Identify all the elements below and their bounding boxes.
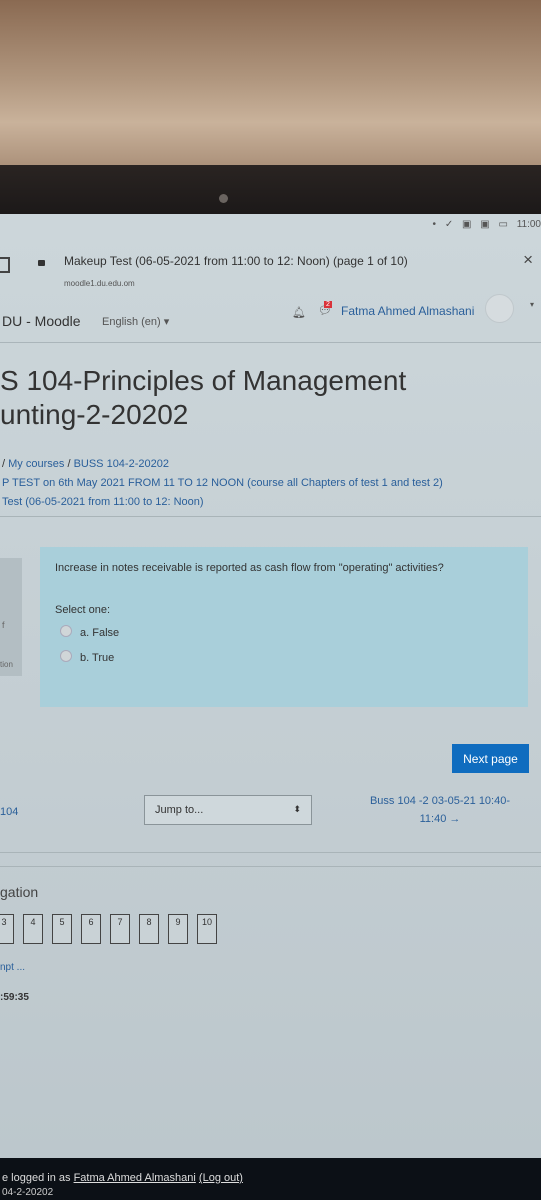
divider (0, 516, 541, 517)
previous-activity-link[interactable]: 104 (0, 806, 18, 818)
footer-user-link[interactable]: Fatma Ahmed Almashani (74, 1172, 196, 1184)
question-info-text: f (2, 620, 5, 630)
breadcrumb-course[interactable]: BUSS 104-2-20202 (74, 458, 169, 470)
question-nav-button[interactable]: 5 (52, 914, 72, 944)
image-icon: ▣ (480, 219, 490, 230)
user-menu[interactable]: Fatma Ahmed Almashani (341, 304, 474, 318)
webcam (219, 194, 228, 203)
radio-button[interactable] (60, 625, 72, 637)
status-bar: • ✓ ▣ ▣ ▭ 11:00 (427, 219, 541, 230)
question-nav-button[interactable]: 8 (139, 914, 159, 944)
option-false[interactable]: a. False (60, 625, 119, 639)
site-brand[interactable]: DU - Moodle (2, 313, 81, 329)
divider (0, 852, 541, 853)
next-activity-link[interactable]: Buss 104 -2 03-05-21 10:40- 11:40 → (350, 792, 530, 828)
question-nav-button[interactable]: 6 (81, 914, 101, 944)
url[interactable]: moodle1.du.edu.om (64, 279, 135, 288)
question-nav-button[interactable]: 10 (197, 914, 217, 944)
dot-icon: • (432, 219, 437, 230)
footer-course[interactable]: 04-2-20202 (2, 1187, 53, 1198)
bell-icon[interactable]: 🔔︎ (292, 306, 306, 319)
chevron-down-icon[interactable]: ▾ (530, 300, 534, 309)
language-label: English (en) (102, 316, 161, 328)
login-prefix: e logged in as (2, 1172, 71, 1184)
image-icon: ▣ (462, 219, 472, 230)
time-left: :59:35 (0, 992, 29, 1003)
quiz-navigation-heading: gation (0, 884, 39, 900)
course-heading: S 104-Principles of Management unting-2-… (0, 364, 406, 432)
bookmark-icon[interactable] (0, 257, 10, 273)
background-photo (0, 0, 541, 175)
link-line: Buss 104 -2 03-05-21 10:40- (369, 795, 511, 807)
heading-line: S 104-Principles of Management (0, 365, 407, 396)
question-nav-button[interactable]: 3 (0, 914, 14, 944)
chevron-down-icon: ▾ (163, 316, 170, 328)
clock: 11:00 (516, 219, 541, 230)
question-nav-button[interactable]: 4 (23, 914, 43, 944)
heading-line: unting-2-20202 (0, 399, 189, 430)
question-nav-button[interactable]: 9 (168, 914, 188, 944)
breadcrumb-sep: / (67, 458, 71, 470)
option-label: a. False (80, 627, 120, 639)
breadcrumb-quiz[interactable]: Test (06-05-2021 from 11:00 to 12: Noon) (2, 496, 204, 508)
breadcrumb-section[interactable]: P TEST on 6th May 2021 FROM 11 TO 12 NOO… (2, 477, 443, 489)
breadcrumb-sep: / (2, 458, 6, 470)
question-nav-button[interactable]: 7 (110, 914, 130, 944)
option-true[interactable]: b. True (60, 650, 114, 664)
radio-button[interactable] (60, 650, 72, 662)
check-icon: ✓ (444, 219, 454, 230)
page-title-bar: Makeup Test (06-05-2021 from 11:00 to 12… (64, 254, 408, 268)
avatar[interactable] (485, 294, 514, 323)
keyboard-icon: ▭ (498, 219, 508, 230)
jump-to-label: Jump to... (155, 804, 204, 816)
next-page-button[interactable]: Next page (452, 744, 529, 773)
close-icon[interactable]: × (523, 250, 533, 270)
link-line: 11:40 → (419, 813, 461, 825)
question-text: Increase in notes receivable is reported… (55, 562, 444, 574)
finish-attempt-link[interactable]: npt ... (0, 962, 25, 973)
select-arrows-icon: ⬍ (293, 804, 301, 814)
lock-icon (38, 260, 45, 266)
select-one-label: Select one: (55, 604, 111, 616)
option-label: b. True (80, 652, 115, 664)
question-info-box (0, 558, 22, 676)
breadcrumb-my-courses[interactable]: My courses (8, 458, 64, 470)
laptop-bezel (0, 165, 541, 217)
language-menu[interactable]: English (en) ▾ (102, 315, 169, 328)
divider (0, 866, 541, 867)
jump-to-select[interactable]: Jump to... ⬍ (144, 795, 312, 825)
breadcrumb: / My courses / BUSS 104-2-20202 P TEST o… (2, 455, 443, 512)
logout-link[interactable]: (Log out) (199, 1172, 243, 1184)
flag-question-link[interactable]: tion (0, 660, 13, 669)
login-info: e logged in as Fatma Ahmed Almashani (Lo… (2, 1172, 243, 1184)
message-badge: 2 (324, 301, 332, 308)
